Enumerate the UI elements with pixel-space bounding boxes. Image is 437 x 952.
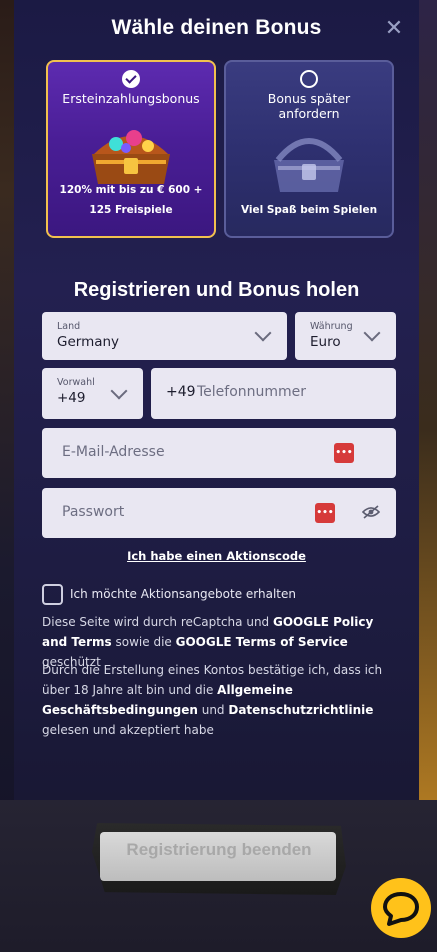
password-manager-icon[interactable]: •••: [315, 503, 335, 523]
bonus-card-first-deposit[interactable]: Ersteinzahlungsbonus 120% mit bis zu € 6…: [46, 60, 216, 238]
recaptcha-text-2: sowie die: [111, 635, 176, 649]
marketing-checkbox-label: Ich möchte Aktionsangebote erhalten: [70, 587, 297, 601]
terms-notice: Durch die Erstellung eines Kontos bestät…: [42, 660, 402, 740]
dial-code-select[interactable]: Vorwahl +49: [42, 368, 143, 419]
currency-label: Währung: [310, 321, 353, 332]
close-icon[interactable]: ✕: [383, 18, 405, 40]
privacy-policy-link[interactable]: Datenschutzrichtlinie: [228, 703, 373, 717]
modal-title: Wähle deinen Bonus: [111, 16, 322, 39]
radio-checked-icon[interactable]: [122, 70, 140, 88]
bonus-card-description: Viel Spaß beim Spielen: [240, 204, 378, 216]
section-title: Registrieren und Bonus holen: [73, 279, 360, 301]
terms-text-3: gelesen und akzeptiert habe: [42, 723, 214, 737]
bonus-card-later[interactable]: Bonus später anfordern Viel Spaß beim Sp…: [224, 60, 394, 238]
email-field[interactable]: E-Mail-Adresse •••: [42, 428, 396, 478]
country-value: Germany: [57, 334, 120, 350]
phone-input[interactable]: +49 Telefonnummer: [151, 368, 396, 419]
password-manager-icon[interactable]: •••: [334, 443, 354, 463]
chevron-down-icon: [254, 324, 272, 342]
currency-select[interactable]: Währung Euro: [295, 312, 396, 360]
phone-placeholder: Telefonnummer: [197, 384, 307, 400]
country-label: Land: [57, 321, 81, 332]
terms-text-1: Durch die Erstellung eines Kontos bestät…: [42, 663, 383, 697]
chat-button[interactable]: [371, 878, 431, 938]
phone-prefix: +49: [166, 384, 196, 400]
eye-hidden-icon[interactable]: [362, 505, 380, 519]
submit-button[interactable]: Registrierung beenden: [92, 823, 346, 895]
bonus-desc-line2: 125 Freispiele: [89, 204, 173, 216]
dial-code-label: Vorwahl: [57, 377, 95, 388]
password-field[interactable]: Passwort •••: [42, 488, 396, 538]
recaptcha-text-1: Diese Seite wird durch reCaptcha und: [42, 615, 273, 629]
bonus-later-line2: anfordern: [278, 106, 340, 121]
promo-code-link[interactable]: Ich habe einen Aktionscode: [14, 549, 419, 563]
bonus-card-label: Bonus später anfordern: [226, 91, 392, 121]
country-select[interactable]: Land Germany: [42, 312, 287, 360]
bonus-card-label: Ersteinzahlungsbonus: [62, 91, 200, 106]
treasure-chest-icon: [92, 130, 170, 184]
empty-chest-icon: [274, 138, 344, 192]
bonus-card-description: 120% mit bis zu € 600 + 125 Freispiele: [54, 180, 208, 220]
submit-button-label: Registrierung beenden: [126, 840, 312, 859]
google-terms-link[interactable]: GOOGLE Terms of Service: [176, 635, 348, 649]
marketing-checkbox[interactable]: [42, 584, 63, 605]
bonus-desc-line1: 120% mit bis zu € 600 +: [59, 184, 203, 196]
password-placeholder: Passwort: [62, 504, 125, 520]
chevron-down-icon: [110, 382, 128, 400]
dial-code-value: +49: [57, 390, 86, 406]
radio-unchecked-icon[interactable]: [300, 70, 318, 88]
bonus-later-line1: Bonus später: [267, 91, 351, 106]
currency-value: Euro: [310, 334, 341, 350]
terms-text-2: und: [197, 703, 229, 717]
chevron-down-icon: [363, 324, 381, 342]
email-placeholder: E-Mail-Adresse: [62, 444, 165, 460]
chat-bubble-icon: [383, 892, 419, 926]
